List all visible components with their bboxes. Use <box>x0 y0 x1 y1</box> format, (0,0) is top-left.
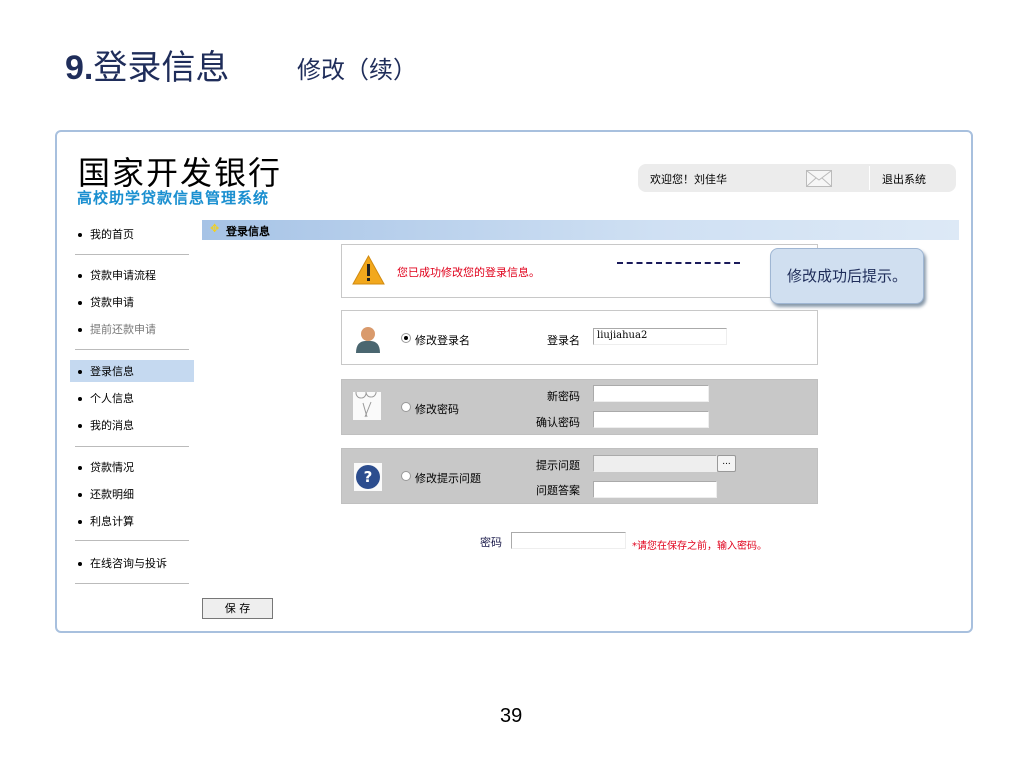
sidebar-item-label: 贷款情况 <box>90 461 134 474</box>
bullet-icon <box>78 301 82 305</box>
login-name-label: 登录名 <box>547 334 580 347</box>
bullet-icon <box>78 274 82 278</box>
sidebar-item-label: 贷款申请流程 <box>90 269 156 282</box>
password-section: 修改密码 新密码 确认密码 <box>341 379 818 435</box>
sidebar-item-label: 还款明细 <box>90 488 134 501</box>
bullet-icon <box>78 397 82 401</box>
sidebar-item-login-info[interactable]: 登录信息 <box>78 363 134 379</box>
divider <box>75 540 189 541</box>
bullet-icon <box>78 328 82 332</box>
sidebar-item-label: 登录信息 <box>90 365 134 378</box>
section-header: ✥ 登录信息 <box>202 220 959 240</box>
user-icon <box>356 327 380 353</box>
password-radio[interactable] <box>401 402 411 412</box>
sidebar-item-label: 贷款申请 <box>90 296 134 309</box>
callout-pointer-line <box>617 262 740 264</box>
slide-subtitle: 修改（续） <box>297 56 417 84</box>
divider <box>75 349 189 350</box>
svg-text:?: ? <box>364 468 373 486</box>
login-name-radio[interactable] <box>401 333 411 343</box>
divider <box>75 583 189 584</box>
divider <box>75 446 189 447</box>
bullet-icon <box>78 233 82 237</box>
warning-icon <box>352 255 385 285</box>
login-name-section: 修改登录名 登录名 liujiahua2 <box>341 310 818 365</box>
user-bar: 欢迎您！刘佳华 退出系统 <box>638 164 956 192</box>
sidebar-item-loan-apply[interactable]: 贷款申请 <box>78 294 134 310</box>
bullet-icon <box>78 370 82 374</box>
hint-question-label: 提示问题 <box>536 459 580 472</box>
sidebar-item-home[interactable]: 我的首页 <box>78 226 134 242</box>
sidebar-item-loan-process[interactable]: 贷款申请流程 <box>78 267 156 283</box>
hint-question-select[interactable] <box>593 455 717 472</box>
sidebar-item-label: 提前还款申请 <box>90 323 156 336</box>
bullet-icon <box>78 562 82 566</box>
sidebar-item-label: 我的首页 <box>90 228 134 241</box>
hint-answer-input[interactable] <box>593 481 717 498</box>
keys-icon <box>353 392 381 420</box>
slide-number-prefix: 9. <box>65 49 94 87</box>
browse-button[interactable]: ... <box>717 455 736 472</box>
hint-radio[interactable] <box>401 471 411 481</box>
sidebar-item-interest[interactable]: 利息计算 <box>78 513 134 529</box>
system-name: 高校助学贷款信息管理系统 <box>77 189 270 207</box>
login-name-input[interactable]: liujiahua2 <box>593 328 727 345</box>
hint-answer-label: 问题答案 <box>536 484 580 497</box>
sidebar-item-consult[interactable]: 在线咨询与投诉 <box>78 555 167 571</box>
bullet-icon <box>78 520 82 524</box>
welcome-text: 欢迎您！刘佳华 <box>650 173 727 186</box>
slide-title-text: 登录信息 <box>93 48 230 88</box>
divider <box>75 254 189 255</box>
logout-link[interactable]: 退出系统 <box>882 171 926 187</box>
sidebar-item-loan-status[interactable]: 贷款情况 <box>78 459 134 475</box>
hint-option-label: 修改提示问题 <box>415 472 481 485</box>
sidebar-item-label: 我的消息 <box>90 419 134 432</box>
callout-note: 修改成功后提示。 <box>770 248 924 304</box>
confirm-password-input[interactable] <box>593 411 709 428</box>
sidebar-item-prepay[interactable]: 提前还款申请 <box>78 321 156 337</box>
save-button[interactable]: 保 存 <box>202 598 273 619</box>
sidebar-item-label: 个人信息 <box>90 392 134 405</box>
page-number: 39 <box>500 705 523 727</box>
bullet-icon <box>78 424 82 428</box>
password-option-label: 修改密码 <box>415 403 459 416</box>
sidebar-item-messages[interactable]: 我的消息 <box>78 417 134 433</box>
mail-icon[interactable] <box>806 170 832 187</box>
divider <box>869 166 870 190</box>
section-title: 登录信息 <box>226 225 270 238</box>
sidebar-item-label: 在线咨询与投诉 <box>90 557 167 570</box>
sidebar-item-repayment[interactable]: 还款明细 <box>78 486 134 502</box>
slide-title: 9.登录信息 <box>65 40 229 89</box>
hint-question-section: ? 修改提示问题 提示问题 ... 问题答案 <box>341 448 818 504</box>
confirm-password-label: 确认密码 <box>536 416 580 429</box>
diamond-icon: ✥ <box>210 222 220 235</box>
help-icon: ? <box>354 463 382 491</box>
success-message: 您已成功修改您的登录信息。 <box>397 266 540 279</box>
password-note: *请您在保存之前，输入密码。 <box>632 541 767 552</box>
bullet-icon <box>78 493 82 497</box>
new-password-input[interactable] <box>593 385 709 402</box>
login-name-option-label: 修改登录名 <box>415 334 470 347</box>
bullet-icon <box>78 466 82 470</box>
current-password-input[interactable] <box>511 532 626 549</box>
new-password-label: 新密码 <box>547 390 580 403</box>
sidebar-item-personal-info[interactable]: 个人信息 <box>78 390 134 406</box>
confirm-password-label: 密码 <box>480 536 502 549</box>
sidebar-item-label: 利息计算 <box>90 515 134 528</box>
success-message-box: 您已成功修改您的登录信息。 <box>341 244 818 298</box>
